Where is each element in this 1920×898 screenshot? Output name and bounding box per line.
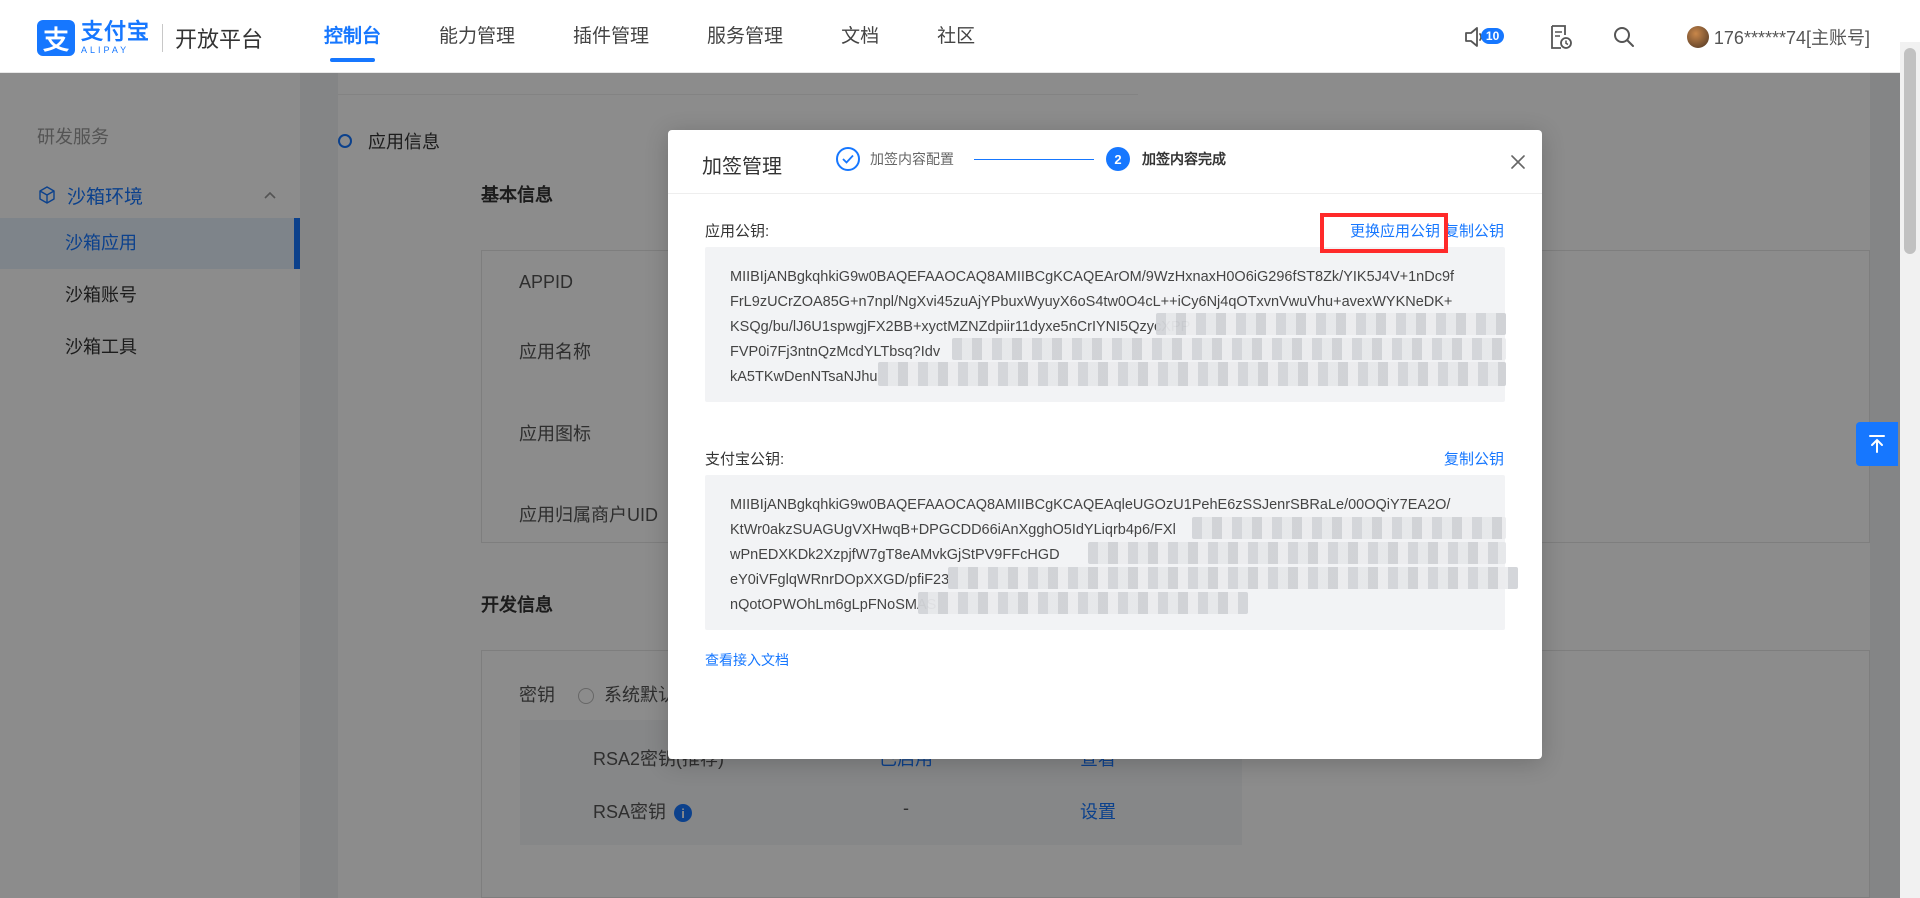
redaction-mosaic <box>952 338 1506 360</box>
page-scrollbar[interactable] <box>1900 42 1920 898</box>
document-clock-icon <box>1551 24 1572 49</box>
nav-capability-management[interactable]: 能力管理 <box>439 0 515 73</box>
redaction-mosaic <box>1192 517 1506 539</box>
modal-header: 加签管理 加签内容配置 2 加签内容完成 <box>668 130 1542 194</box>
search-icon <box>1613 26 1634 47</box>
redaction-mosaic <box>1156 313 1506 335</box>
logo-name: 支付宝 <box>81 19 151 44</box>
logo-name-en: ALIPAY <box>81 45 130 55</box>
redaction-mosaic <box>878 362 1506 386</box>
account-name[interactable]: 176******74[主账号] <box>1714 24 1870 50</box>
top-navigation-bar: 支 支付宝 ALIPAY 开放平台 控制台 能力管理 插件管理 服务管理 文档 … <box>0 0 1920 73</box>
alipay-public-key-label: 支付宝公钥: <box>705 451 785 468</box>
alipay-logo-icon: 支 <box>37 20 75 56</box>
avatar[interactable] <box>1686 25 1709 48</box>
nav-community[interactable]: 社区 <box>937 0 975 73</box>
key-line: FrL9zUCrZOA85G+n7npl/NgXvi45zuAjYPbuxWyu… <box>730 294 1453 310</box>
main-nav: 控制台 能力管理 插件管理 服务管理 文档 社区 <box>324 0 1033 73</box>
redaction-mosaic <box>948 567 1518 589</box>
logo-wordmark: 支付宝 ALIPAY <box>81 21 150 55</box>
nav-service-management[interactable]: 服务管理 <box>707 0 783 73</box>
platform-name: 开放平台 <box>175 27 264 52</box>
copy-alipay-public-key-link[interactable]: 复制公钥 <box>1444 448 1504 469</box>
alipay-logo[interactable]: 支 支付宝 ALIPAY 开放平台 <box>37 20 263 56</box>
highlight-box <box>1320 213 1448 253</box>
search-button[interactable] <box>1609 22 1639 52</box>
check-circle-icon <box>836 147 860 171</box>
scrollbar-thumb[interactable] <box>1904 48 1916 254</box>
nav-console[interactable]: 控制台 <box>324 0 381 73</box>
back-to-top-button[interactable] <box>1856 422 1898 466</box>
nav-plugin-management[interactable]: 插件管理 <box>573 0 649 73</box>
notification-button[interactable]: 10 <box>1461 22 1505 52</box>
header-tools: 10 176******74[主账号] <box>1461 0 1870 73</box>
key-line: MIIBIjANBgkqhkiG9w0BAQEFAAOCAQ8AMIIBCgKC… <box>730 269 1455 285</box>
notification-count-badge: 10 <box>1480 27 1505 44</box>
redaction-mosaic <box>918 592 1248 614</box>
close-icon <box>1511 155 1525 169</box>
modal-title: 加签管理 <box>702 156 782 178</box>
step-connector <box>974 159 1094 160</box>
nav-docs[interactable]: 文档 <box>841 0 879 73</box>
app-public-key-label: 应用公钥: <box>705 223 770 240</box>
view-integration-docs-link[interactable]: 查看接入文档 <box>705 650 789 670</box>
step-1: 加签内容配置 <box>836 147 954 171</box>
document-history-button[interactable] <box>1545 22 1575 52</box>
key-line: MIIBIjANBgkqhkiG9w0BAQEFAAOCAQ8AMIIBCgKC… <box>730 497 1451 513</box>
step-1-label: 加签内容配置 <box>870 151 954 167</box>
copy-app-public-key-link[interactable]: 复制公钥 <box>1444 220 1504 241</box>
logo-divider <box>162 24 164 52</box>
step-2: 2 加签内容完成 <box>1106 147 1226 171</box>
redaction-mosaic <box>1088 542 1506 564</box>
close-button[interactable] <box>1504 148 1532 176</box>
step-2-label: 加签内容完成 <box>1142 151 1226 167</box>
arrow-up-icon <box>1869 435 1885 453</box>
step-2-number: 2 <box>1106 147 1130 171</box>
